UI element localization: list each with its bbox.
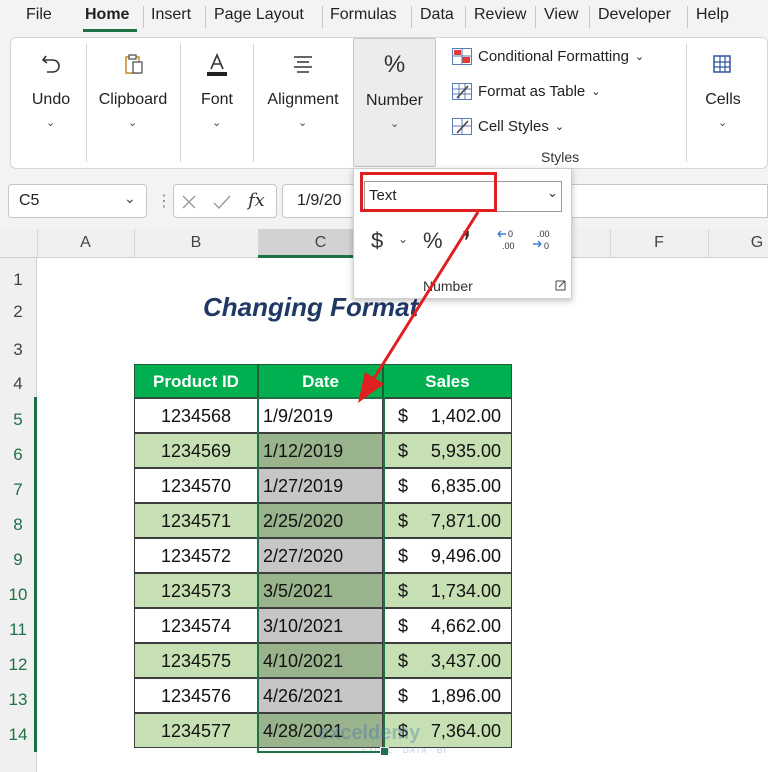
arrow-shaft: [371, 211, 480, 381]
arrow-head: [358, 372, 384, 403]
annotation-arrow: [358, 211, 480, 403]
